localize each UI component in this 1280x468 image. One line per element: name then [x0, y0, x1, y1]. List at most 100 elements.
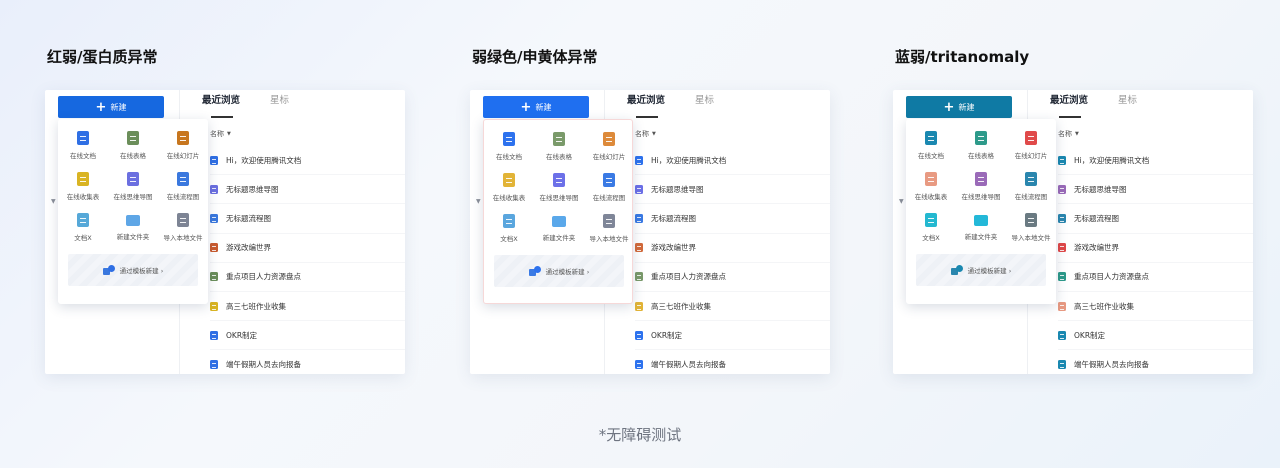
create-sheet-option[interactable]: 在线表格 [956, 131, 1006, 160]
file-row[interactable]: 高三七班作业收集 [635, 292, 830, 322]
file-row[interactable]: 重点项目人力资源盘点 [635, 263, 830, 292]
file-row[interactable]: 游戏改编世界 [210, 234, 405, 263]
create-collect-option[interactable]: 在线收集表 [906, 172, 956, 201]
tab-recent[interactable]: 最近浏览 [627, 96, 665, 118]
template-create-button[interactable]: 通过模板新建 › [68, 254, 198, 286]
create-sheet-option[interactable]: 在线表格 [534, 132, 584, 161]
file-row[interactable]: 重点项目人力资源盘点 [1058, 263, 1253, 292]
file-name: OKR制定 [1074, 330, 1106, 340]
app-window: + 新建 ▼ 最近浏览 星标 名称 ▼ Hi，欢迎使用腾讯文档 无标题思维导图 无标题… [470, 90, 830, 374]
sheet-file-icon [1058, 272, 1066, 282]
create-docx-option[interactable]: 文档X [906, 213, 956, 242]
file-row[interactable]: OKR制定 [1058, 321, 1253, 351]
create-option-label: 文档X [922, 234, 940, 242]
template-create-button[interactable]: 通过模板新建 › [494, 255, 624, 287]
create-option-label: 在线思维导图 [113, 193, 153, 201]
tab-recent[interactable]: 最近浏览 [1050, 96, 1088, 118]
create-mind-option[interactable]: 在线思维导图 [108, 172, 158, 201]
tab-starred[interactable]: 星标 [1118, 96, 1137, 118]
create-mind-option[interactable]: 在线思维导图 [534, 173, 584, 202]
file-row[interactable]: Hi，欢迎使用腾讯文档 [210, 146, 405, 176]
create-collect-option[interactable]: 在线收集表 [58, 172, 108, 201]
folder-icon [974, 215, 988, 226]
file-row[interactable]: 游戏改编世界 [1058, 234, 1253, 263]
doc-file-icon [635, 330, 643, 340]
file-row[interactable]: Hi，欢迎使用腾讯文档 [1058, 146, 1253, 176]
template-create-button[interactable]: 通过模板新建 › [916, 254, 1046, 286]
flow-icon [1025, 172, 1037, 186]
file-row[interactable]: 无标题流程图 [635, 204, 830, 234]
tab-bar: 最近浏览 星标 [627, 96, 714, 118]
create-slide-option[interactable]: 在线幻灯片 [158, 131, 208, 160]
file-name: Hi，欢迎使用腾讯文档 [651, 155, 727, 165]
file-name: 无标题流程图 [651, 213, 696, 223]
create-docx-option[interactable]: 文档X [484, 214, 534, 243]
collapse-arrow-icon[interactable]: ▼ [51, 198, 56, 205]
file-name: Hi，欢迎使用腾讯文档 [1074, 155, 1150, 165]
column-header-name[interactable]: 名称 ▼ [635, 129, 656, 139]
create-folder-option[interactable]: 新建文件夹 [956, 213, 1006, 242]
create-option-label: 在线文档 [496, 153, 522, 161]
sort-caret-icon: ▼ [1075, 131, 1079, 137]
create-mind-option[interactable]: 在线思维导图 [956, 172, 1006, 201]
file-row[interactable]: 无标题思维导图 [635, 175, 830, 205]
column-header-name[interactable]: 名称 ▼ [1058, 129, 1079, 139]
create-import-option[interactable]: 导入本地文件 [1006, 213, 1056, 242]
new-button[interactable]: + 新建 [483, 96, 589, 118]
file-row[interactable]: Hi，欢迎使用腾讯文档 [635, 146, 830, 176]
create-slide-option[interactable]: 在线幻灯片 [584, 132, 634, 161]
file-row[interactable]: 无标题流程图 [1058, 204, 1253, 234]
file-row[interactable]: 端午假期人员去向报备 [1058, 350, 1253, 374]
create-doc-option[interactable]: 在线文档 [58, 131, 108, 160]
tab-starred[interactable]: 星标 [695, 96, 714, 118]
file-list: Hi，欢迎使用腾讯文档无标题思维导图 无标题流程图 游戏改编世界 重点项目人力资源盘点… [1058, 146, 1253, 374]
file-name: 无标题思维导图 [651, 184, 704, 194]
file-row[interactable]: 无标题流程图 [210, 204, 405, 234]
new-button[interactable]: + 新建 [58, 96, 164, 118]
column-header-name[interactable]: 名称 ▼ [210, 129, 231, 139]
tab-starred[interactable]: 星标 [270, 96, 289, 118]
flow-icon [603, 173, 615, 187]
docx-icon [77, 213, 89, 227]
file-row[interactable]: 端午假期人员去向报备 [635, 350, 830, 374]
create-flow-option[interactable]: 在线流程图 [1006, 172, 1056, 201]
plus-icon: + [943, 99, 955, 115]
create-sheet-option[interactable]: 在线表格 [108, 131, 158, 160]
create-doc-option[interactable]: 在线文档 [484, 132, 534, 161]
file-row[interactable]: 无标题思维导图 [1058, 175, 1253, 205]
file-row[interactable]: 游戏改编世界 [635, 234, 830, 263]
file-row[interactable]: 重点项目人力资源盘点 [210, 263, 405, 292]
slide-icon [1025, 131, 1037, 145]
new-button[interactable]: + 新建 [906, 96, 1012, 118]
plus-icon: + [95, 99, 107, 115]
create-option-label: 文档X [74, 234, 92, 242]
file-row[interactable]: OKR制定 [635, 321, 830, 351]
file-name: 游戏改编世界 [651, 243, 696, 253]
create-option-label: 在线流程图 [166, 193, 200, 201]
create-doc-option[interactable]: 在线文档 [906, 131, 956, 160]
create-flow-option[interactable]: 在线流程图 [158, 172, 208, 201]
flow-icon [177, 172, 189, 186]
collapse-arrow-icon[interactable]: ▼ [476, 198, 481, 205]
create-import-option[interactable]: 导入本地文件 [584, 214, 634, 243]
create-slide-option[interactable]: 在线幻灯片 [1006, 131, 1056, 160]
collapse-arrow-icon[interactable]: ▼ [899, 198, 904, 205]
flow-file-icon [210, 213, 218, 223]
file-row[interactable]: OKR制定 [210, 321, 405, 351]
create-collect-option[interactable]: 在线收集表 [484, 173, 534, 202]
create-folder-option[interactable]: 新建文件夹 [108, 213, 158, 242]
tab-recent[interactable]: 最近浏览 [202, 96, 240, 118]
pdf-file-icon [1058, 243, 1066, 253]
file-row[interactable]: 高三七班作业收集 [210, 292, 405, 322]
import-icon [1025, 213, 1037, 227]
create-options-grid: 在线文档 在线表格 在线幻灯片在线收集表 在线思维导图 在线流程图文档X 新建文件夹 导入本… [58, 131, 208, 242]
create-folder-option[interactable]: 新建文件夹 [534, 214, 584, 243]
file-row[interactable]: 无标题思维导图 [210, 175, 405, 205]
create-docx-option[interactable]: 文档X [58, 213, 108, 242]
create-import-option[interactable]: 导入本地文件 [158, 213, 208, 242]
file-row[interactable]: 高三七班作业收集 [1058, 292, 1253, 322]
create-options-grid: 在线文档 在线表格 在线幻灯片在线收集表 在线思维导图 在线流程图文档X 新建文件夹 导入本… [484, 132, 634, 243]
flow-file-icon [1058, 213, 1066, 223]
file-row[interactable]: 端午假期人员去向报备 [210, 350, 405, 374]
create-flow-option[interactable]: 在线流程图 [584, 173, 634, 202]
